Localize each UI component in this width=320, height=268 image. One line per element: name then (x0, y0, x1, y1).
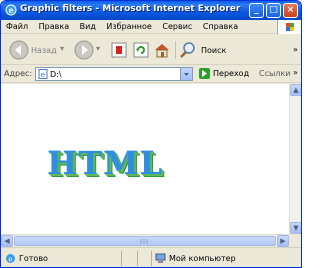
vertical-scrollbar[interactable]: ▲ ▼ (289, 84, 301, 234)
ie-page-icon: e (6, 254, 15, 264)
refresh-icon[interactable] (132, 41, 150, 59)
toolbar-overflow-chevron[interactable]: » (293, 45, 298, 54)
search-button-label[interactable]: Поиск (201, 46, 226, 55)
close-button[interactable]: × (283, 3, 298, 18)
back-arrow-icon[interactable] (9, 40, 29, 60)
title-bar[interactable]: e Graphic filters - Microsoft Internet E… (1, 1, 301, 20)
menu-help[interactable]: Справка (200, 20, 241, 34)
svg-text:e: e (8, 5, 13, 15)
address-value: D:\ (50, 70, 62, 79)
minimize-button[interactable]: _ (249, 3, 264, 18)
page-content: HTML (1, 84, 289, 234)
menu-bar: Файл Правка Вид Избранное Сервис Справка (1, 20, 301, 34)
scroll-down-button[interactable]: ▼ (290, 222, 301, 234)
status-separator (137, 251, 138, 266)
security-zone-text: Мой компьютер (169, 254, 236, 263)
toolbar: Назад ▾ ▾ Поиск » (1, 35, 301, 65)
address-dropdown-icon[interactable] (180, 68, 192, 80)
links-overflow-chevron[interactable]: » (293, 68, 298, 77)
page-icon: e (38, 69, 48, 79)
search-icon[interactable] (179, 41, 197, 59)
horizontal-scroll-thumb[interactable] (14, 236, 276, 246)
address-label: Адрес: (4, 69, 33, 78)
scroll-up-button[interactable]: ▲ (290, 84, 301, 96)
horizontal-scrollbar[interactable]: ◀ ▶ (1, 234, 289, 247)
window-title: Graphic filters - Microsoft Internet Exp… (20, 4, 241, 14)
windows-flag-icon (277, 20, 301, 34)
svg-text:e: e (41, 71, 45, 79)
address-bar: Адрес: e D:\ Переход Ссылки » (1, 65, 301, 83)
go-button-label[interactable]: Переход (213, 69, 249, 78)
go-arrow-icon[interactable] (199, 68, 210, 79)
status-separator (121, 251, 122, 266)
menu-favorites[interactable]: Избранное (103, 20, 154, 34)
status-bar: e Готово Мой компьютер (1, 247, 301, 267)
stop-icon[interactable] (110, 41, 128, 59)
maximize-button[interactable]: □ (266, 3, 281, 18)
links-label[interactable]: Ссылки (259, 69, 290, 78)
forward-dropdown-icon[interactable]: ▾ (96, 44, 100, 53)
ie-logo-icon: e (5, 4, 17, 16)
toolbar-separator (175, 41, 176, 59)
menu-view[interactable]: Вид (77, 20, 99, 34)
menu-file[interactable]: Файл (3, 20, 31, 34)
forward-arrow-icon[interactable] (74, 40, 94, 60)
menu-tools[interactable]: Сервис (159, 20, 195, 34)
browser-window: e Graphic filters - Microsoft Internet E… (0, 0, 302, 268)
scroll-right-button[interactable]: ▶ (277, 235, 289, 247)
scroll-grip-icon (140, 239, 148, 244)
back-dropdown-icon[interactable]: ▾ (60, 44, 64, 53)
address-input[interactable]: e D:\ (35, 67, 193, 81)
home-icon[interactable] (153, 41, 171, 59)
scroll-left-button[interactable]: ◀ (1, 235, 13, 247)
status-separator (151, 251, 152, 266)
scrollbar-corner (289, 234, 301, 246)
back-button-label[interactable]: Назад (31, 46, 57, 55)
svg-text:e: e (8, 256, 12, 264)
status-text: Готово (19, 254, 48, 263)
my-computer-icon (155, 253, 166, 263)
menu-edit[interactable]: Правка (36, 20, 72, 34)
html-heading: HTML (47, 144, 163, 182)
